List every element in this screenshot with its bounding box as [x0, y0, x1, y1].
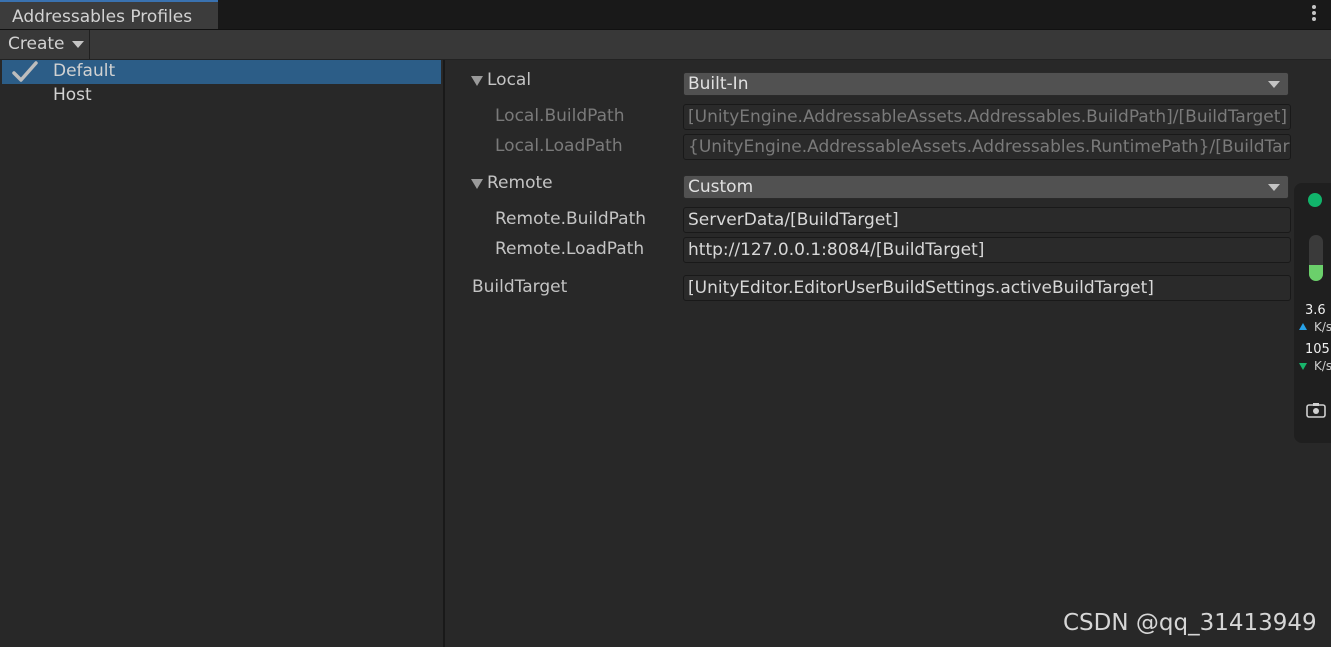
- download-arrow-icon: [1299, 363, 1307, 370]
- profile-variables-panel: Local Built-In Local.BuildPath [UnityEng…: [445, 60, 1331, 647]
- create-label: Create: [8, 34, 65, 54]
- network-speed-widget[interactable]: 3.6 K/s 105 K/s: [1294, 183, 1331, 443]
- upload-arrow-icon: [1299, 323, 1307, 330]
- tab-bar: Addressables Profiles: [0, 0, 1331, 30]
- more-options-icon[interactable]: [1311, 5, 1317, 23]
- remote-load-path-label: Remote.LoadPath: [495, 239, 645, 259]
- local-mode-dropdown[interactable]: Built-In: [683, 72, 1289, 96]
- camera-icon[interactable]: [1306, 402, 1326, 418]
- local-load-path-label: Local.LoadPath: [495, 136, 623, 156]
- remote-build-path-field[interactable]: ServerData/[BuildTarget]: [683, 207, 1291, 233]
- download-rate: 105: [1305, 342, 1330, 357]
- toolbar: Create: [0, 30, 1331, 60]
- gauge-fill: [1309, 264, 1323, 281]
- level-gauge-icon: [1309, 235, 1323, 281]
- status-dot-icon: [1308, 193, 1322, 207]
- remote-mode-value: Custom: [688, 177, 754, 197]
- profile-list: Default Host: [0, 60, 445, 647]
- local-build-path-value: [UnityEngine.AddressableAssets.Addressab…: [688, 107, 1288, 127]
- download-unit: K/s: [1314, 359, 1331, 373]
- local-mode-value: Built-In: [688, 74, 749, 94]
- profile-label: Host: [53, 85, 92, 105]
- remote-group-label: Remote: [487, 173, 553, 193]
- upload-rate: 3.6: [1305, 303, 1326, 318]
- build-target-label: BuildTarget: [472, 277, 568, 297]
- create-dropdown-button[interactable]: Create: [0, 30, 90, 59]
- tab-addressables-profiles[interactable]: Addressables Profiles: [0, 0, 218, 29]
- remote-build-path-label: Remote.BuildPath: [495, 209, 647, 229]
- watermark: CSDN @qq_31413949: [1063, 610, 1317, 636]
- remote-load-path-value: http://127.0.0.1:8084/[BuildTarget]: [688, 240, 985, 260]
- checkmark-icon: [12, 61, 38, 82]
- local-build-path-label: Local.BuildPath: [495, 106, 625, 126]
- remote-load-path-field[interactable]: http://127.0.0.1:8084/[BuildTarget]: [683, 237, 1291, 263]
- tab-title: Addressables Profiles: [12, 7, 193, 27]
- chevron-down-icon: [1268, 81, 1280, 88]
- chevron-down-icon: [72, 41, 84, 48]
- upload-unit: K/s: [1314, 320, 1331, 334]
- profile-label: Default: [53, 61, 116, 81]
- build-target-value: [UnityEditor.EditorUserBuildSettings.act…: [688, 278, 1154, 298]
- chevron-down-icon: [1268, 184, 1280, 191]
- local-group-label: Local: [487, 70, 532, 90]
- local-build-path-field[interactable]: [UnityEngine.AddressableAssets.Addressab…: [683, 104, 1291, 130]
- foldout-arrow-icon[interactable]: [471, 179, 483, 189]
- local-load-path-field[interactable]: {UnityEngine.AddressableAssets.Addressab…: [683, 134, 1291, 160]
- build-target-field[interactable]: [UnityEditor.EditorUserBuildSettings.act…: [683, 275, 1291, 301]
- remote-build-path-value: ServerData/[BuildTarget]: [688, 210, 899, 230]
- profile-item-default[interactable]: Default: [2, 60, 441, 84]
- profile-item-host[interactable]: Host: [2, 84, 441, 108]
- local-load-path-value: {UnityEngine.AddressableAssets.Addressab…: [688, 137, 1291, 157]
- remote-mode-dropdown[interactable]: Custom: [683, 175, 1289, 199]
- foldout-arrow-icon[interactable]: [471, 76, 483, 86]
